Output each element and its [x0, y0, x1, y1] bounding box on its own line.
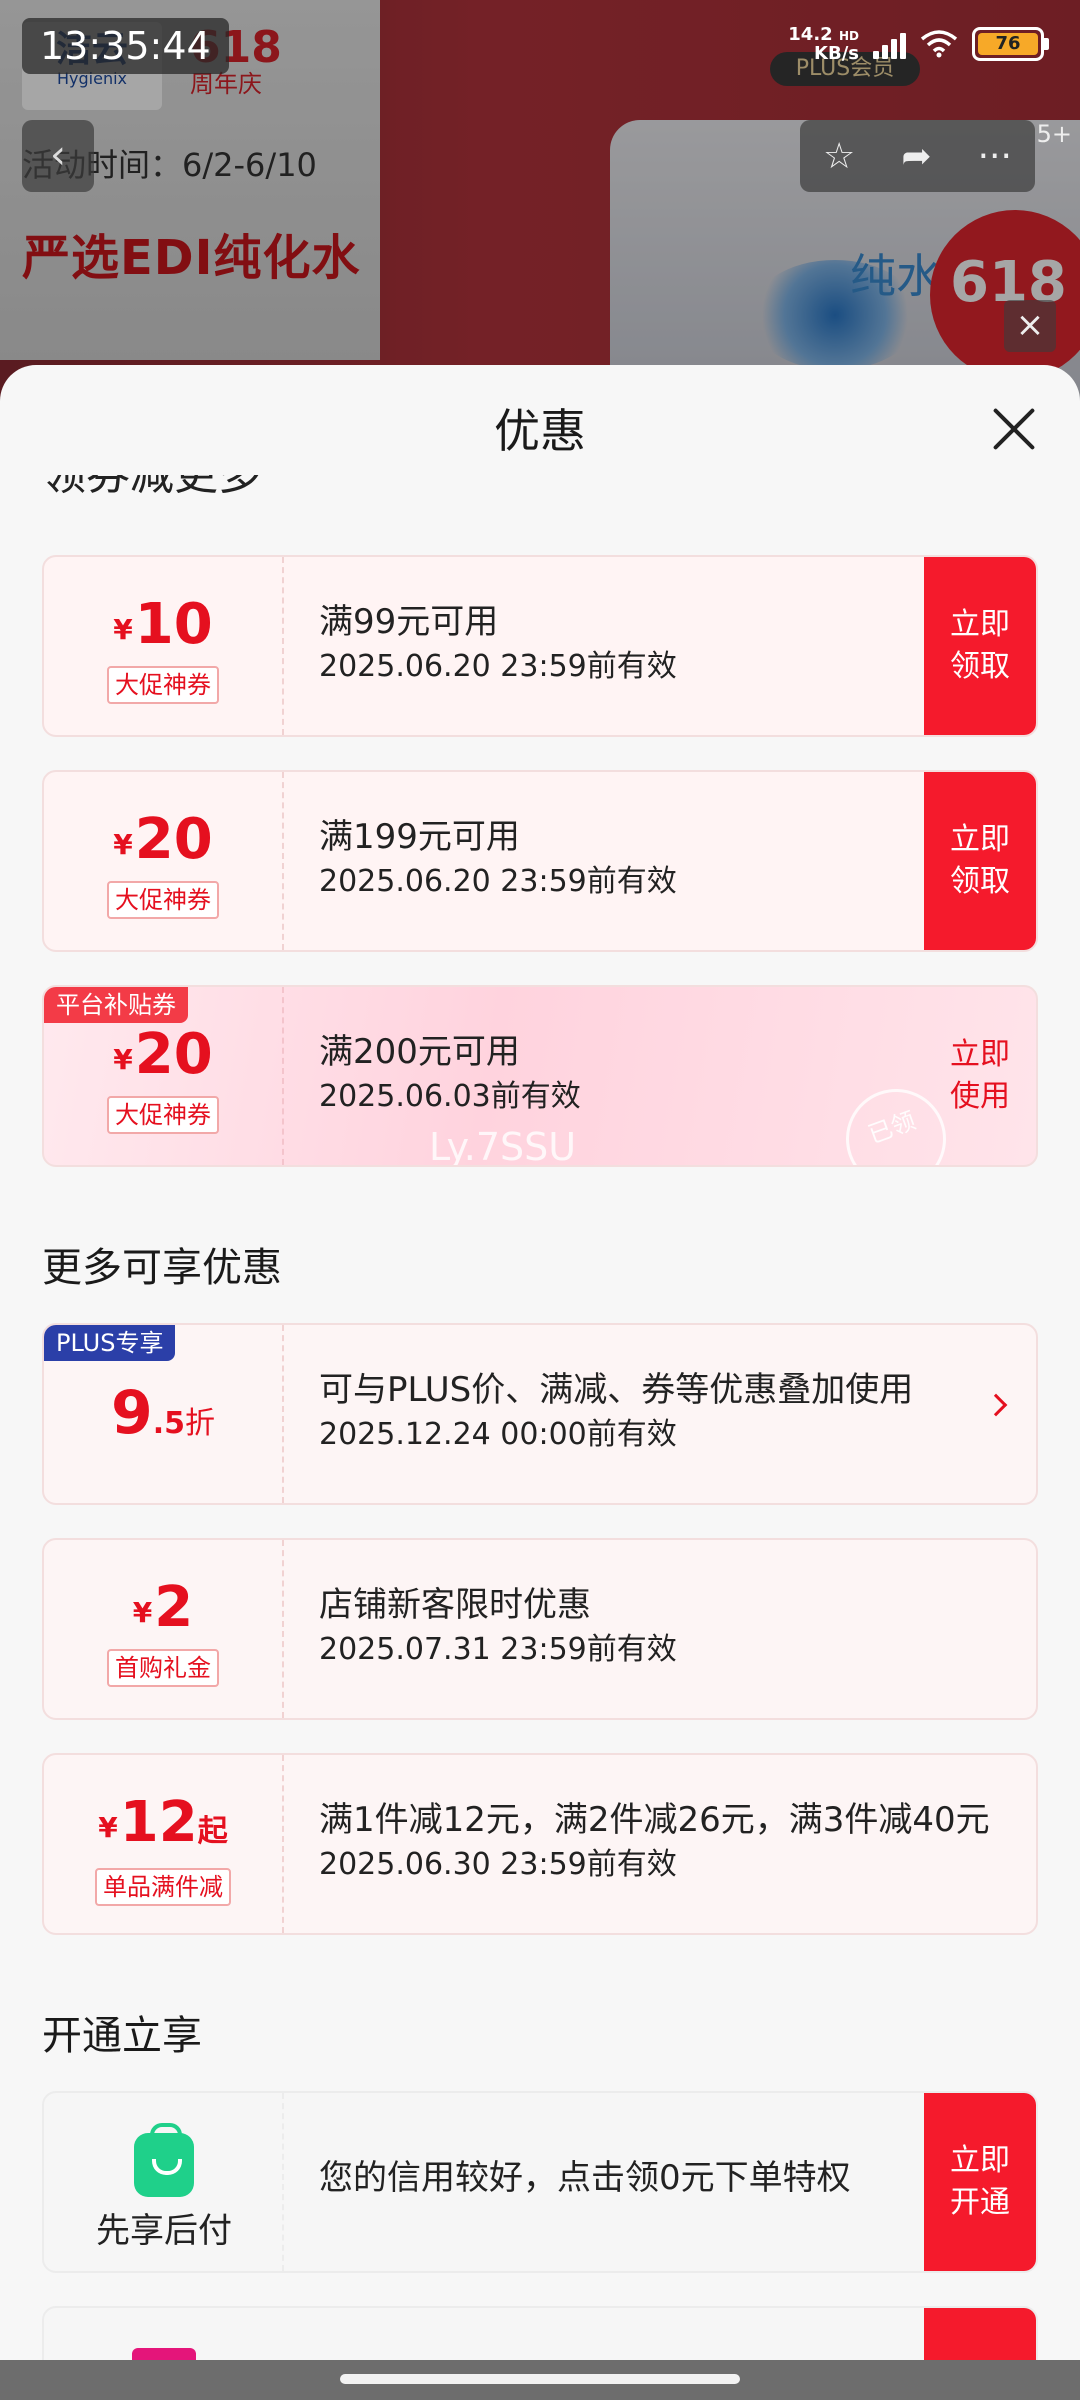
coupon-info: 满199元可用 2025.06.20 23:59前有效	[319, 814, 916, 904]
pay-later-card: 先享后付 您的信用较好，点击领0元下单特权 立即开通	[42, 2091, 1038, 2273]
offer-condition: 满1件减12元，满2件减26元，满3件减40元	[319, 1800, 990, 1840]
favorite-star-icon[interactable]: ☆	[823, 136, 855, 177]
coupon-card: ¥10 大促神券 满99元可用 2025.06.20 23:59前有效 立即领取	[42, 555, 1038, 737]
plus-offer-card[interactable]: PLUS专享 9.5折 可与PLUS价、满减、券等优惠叠加使用 2025.12.…	[42, 1323, 1038, 1505]
coupon-tag: 大促神券	[107, 881, 219, 919]
offer-tag: 首购礼金	[107, 1649, 219, 1687]
section-heading-coupons: 领券减更多	[42, 475, 262, 503]
coupon-sheet: 优惠 领券减更多 ¥10 大促神券 满99元可用 2025.06.20 23:5…	[0, 365, 1080, 2360]
message-count-badge: 5+	[1036, 120, 1072, 148]
use-now-button[interactable]: 立即使用	[924, 987, 1036, 1165]
offer-card: ¥12起 单品满件减 满1件减12元，满2件减26元，满3件减40元 2025.…	[42, 1753, 1038, 1935]
system-nav-bar	[0, 2360, 1080, 2400]
share-icon[interactable]: ➦	[901, 136, 931, 177]
offer-validity: 2025.06.30 23:59前有效	[319, 1847, 677, 1882]
home-indicator[interactable]	[340, 2374, 740, 2384]
app-icon	[132, 2348, 196, 2360]
coupon-condition: 满200元可用	[319, 1032, 520, 1072]
coupon-tag: 大促神券	[107, 666, 219, 704]
offer-card: ¥2 首购礼金 店铺新客限时优惠 2025.07.31 23:59前有效	[42, 1538, 1038, 1720]
sheet-title: 优惠	[494, 404, 586, 458]
coupon-validity: 2025.06.03前有效	[319, 1079, 581, 1114]
coupon-value: ¥10 大促神券	[44, 557, 284, 735]
back-button[interactable]: ‹	[22, 120, 94, 192]
offer-info: 可与PLUS价、满减、券等优惠叠加使用 2025.12.24 00:00前有效	[319, 1367, 916, 1457]
coupon-validity: 2025.06.20 23:59前有效	[319, 649, 677, 684]
offer-validity: 2025.07.31 23:59前有效	[319, 1632, 677, 1667]
offer-info: 满1件减12元，满2件减26元，满3件减40元 2025.06.30 23:59…	[319, 1797, 1016, 1887]
offer-value: ¥12起 单品满件减	[44, 1755, 284, 1933]
next-offer-card	[42, 2306, 1038, 2360]
coupon-condition: 满99元可用	[319, 602, 499, 642]
status-icons: 14.2 HD KB/s 76	[788, 23, 1049, 64]
coupon-card-subsidy: 平台补贴券 ¥20 大促神券 满200元可用 2025.06.03前有效 Ly.…	[42, 985, 1038, 1167]
offer-condition: 店铺新客限时优惠	[319, 1585, 591, 1625]
pay-later-label: 先享后付	[96, 2211, 232, 2251]
next-action-button[interactable]	[924, 2308, 1036, 2360]
wifi-icon	[920, 30, 958, 58]
claim-button[interactable]: 立即领取	[924, 772, 1036, 950]
chevron-right-icon	[984, 1393, 1008, 1417]
signal-icon	[873, 29, 906, 59]
offer-tag: 单品满件减	[95, 1868, 231, 1906]
claim-button[interactable]: 立即领取	[924, 557, 1036, 735]
battery-icon: 76	[972, 27, 1049, 61]
more-icon[interactable]: ···	[978, 136, 1012, 177]
coupon-info: 满99元可用 2025.06.20 23:59前有效	[319, 599, 916, 689]
pay-later-text: 您的信用较好，点击领0元下单特权	[319, 2158, 851, 2198]
coupon-condition: 满199元可用	[319, 817, 520, 857]
offer-validity: 2025.12.24 00:00前有效	[319, 1417, 677, 1452]
section-heading-more: 更多可享优惠	[42, 1245, 282, 1291]
section-heading-open: 开通立享	[42, 2013, 202, 2059]
coupon-value: ¥20 大促神券	[44, 772, 284, 950]
offer-condition: 可与PLUS价、满减、券等优惠叠加使用	[319, 1370, 914, 1410]
coupon-card: ¥20 大促神券 满199元可用 2025.06.20 23:59前有效 立即领…	[42, 770, 1038, 952]
network-speed: 14.2 HD KB/s	[788, 23, 859, 64]
offer-value: ¥2 首购礼金	[44, 1540, 284, 1718]
offer-value: 9.5折	[44, 1325, 284, 1503]
pay-later-info: 您的信用较好，点击领0元下单特权	[319, 2155, 916, 2201]
shopping-bag-icon	[134, 2123, 194, 2197]
status-time: 13:35:44	[22, 18, 229, 74]
watermark: Ly.7SSU	[429, 1125, 577, 1167]
coupon-info: 满200元可用 2025.06.03前有效	[319, 1029, 916, 1119]
float-close-icon[interactable]: ×	[1004, 300, 1056, 352]
top-actions: ☆ ➦ ···	[800, 120, 1035, 192]
activate-button[interactable]: 立即开通	[924, 2093, 1036, 2271]
coupon-value: ¥20 大促神券	[44, 987, 284, 1165]
coupon-validity: 2025.06.20 23:59前有效	[319, 864, 677, 899]
pay-later-brand: 先享后付	[44, 2093, 284, 2271]
coupon-tag: 大促神券	[107, 1096, 219, 1134]
offer-info: 店铺新客限时优惠 2025.07.31 23:59前有效	[319, 1582, 916, 1672]
close-icon[interactable]	[990, 405, 1038, 453]
